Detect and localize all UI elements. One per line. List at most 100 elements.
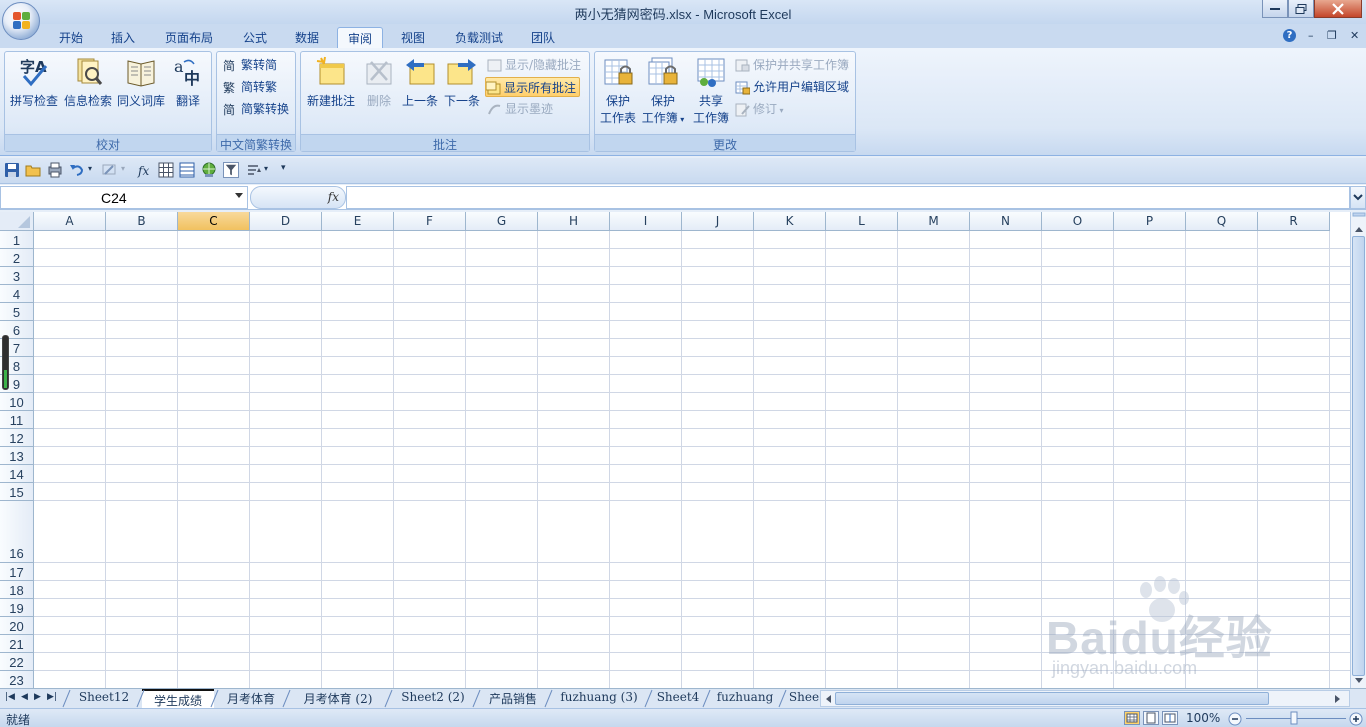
row-header[interactable]: 23 [0,671,34,688]
ribbon-close-icon[interactable]: ✕ [1350,29,1359,42]
scroll-right-icon[interactable] [1333,693,1343,705]
sheet-tab[interactable]: 月考体育 (2) [288,689,388,708]
row-header[interactable]: 3 [0,267,34,285]
sheet-tab[interactable]: Shee [784,689,824,708]
allow-edit-ranges-button[interactable]: 允许用户编辑区域 [735,77,849,97]
insert-function-button[interactable]: fx [328,190,339,204]
tab-data[interactable]: 数据 [284,27,330,48]
thesaurus-button[interactable]: 同义词库 [115,56,167,109]
row-header[interactable]: 14 [0,465,34,483]
protect-sheet-button[interactable]: 保护 工作表 [597,56,639,126]
column-header[interactable]: G [466,212,538,231]
sheet-tab[interactable]: fuzhuang (3) [550,689,648,708]
row-header[interactable]: 15 [0,483,34,501]
row-header[interactable]: 20 [0,617,34,635]
column-header[interactable]: P [1114,212,1186,231]
share-workbook-button[interactable]: 共享 工作簿 [689,56,733,126]
ribbon-minimize-icon[interactable]: – [1308,29,1314,42]
previous-comment-button[interactable]: 上一条 [399,56,441,109]
tab-load-test[interactable]: 负载测试 [448,27,510,48]
column-header[interactable]: O [1042,212,1114,231]
show-ink-button[interactable]: 显示墨迹 [487,99,553,119]
last-sheet-icon[interactable]: ▶| [47,692,57,702]
column-header[interactable]: Q [1186,212,1258,231]
delete-comment-button[interactable]: 删除 [359,56,399,109]
tab-review[interactable]: 审阅 [337,27,383,48]
zoom-level[interactable]: 100% [1186,711,1220,725]
restore-button[interactable] [1288,0,1314,18]
tab-team[interactable]: 团队 [520,27,566,48]
previous-sheet-icon[interactable]: ◀ [21,692,28,702]
translate-button[interactable]: a中 翻译 [167,56,209,109]
horizontal-scrollbar[interactable] [820,690,1350,707]
row-header[interactable]: 1 [0,231,34,249]
column-header[interactable]: H [538,212,610,231]
trad-to-simp-button[interactable]: 简 繁转简 [223,55,277,75]
undo-icon[interactable] [69,162,85,178]
row-header[interactable]: 17 [0,563,34,581]
open-folder-icon[interactable] [25,162,41,178]
new-comment-button[interactable]: 新建批注 [303,56,359,109]
column-header[interactable]: F [394,212,466,231]
row-header[interactable]: 4 [0,285,34,303]
column-header[interactable]: I [610,212,682,231]
row-header[interactable]: 22 [0,653,34,671]
tab-page-layout[interactable]: 页面布局 [158,27,220,48]
column-header[interactable]: M [898,212,970,231]
row-header[interactable]: 11 [0,411,34,429]
next-comment-button[interactable]: 下一条 [441,56,483,109]
borders-icon[interactable] [158,162,174,178]
scroll-up-icon[interactable] [1353,224,1365,234]
column-header[interactable]: A [34,212,106,231]
spelling-button[interactable]: 字A 拼写检查 [7,56,61,109]
ribbon-restore-icon[interactable]: ❐ [1327,29,1337,42]
tab-view[interactable]: 视图 [390,27,436,48]
print-preview-icon[interactable] [47,162,63,178]
customize-toolbar-icon[interactable]: ▾ [281,163,286,173]
split-box-icon[interactable] [1352,212,1366,222]
column-header[interactable]: R [1258,212,1330,231]
minimize-button[interactable] [1262,0,1288,18]
row-header[interactable]: 2 [0,249,34,267]
office-button[interactable] [2,2,40,40]
column-header[interactable]: C [178,212,250,231]
worksheet-grid[interactable]: ABCDEFGHIJKLMNOPQR 1 2 3 4 5 6 7 8 9 10 11 12 13 14 15… [0,212,1350,688]
scroll-down-icon[interactable] [1353,676,1365,686]
globe-icon[interactable] [201,162,217,178]
protect-workbook-button[interactable]: 保护 工作簿 ▾ [639,56,687,126]
page-layout-view-button[interactable] [1143,711,1159,725]
column-header[interactable]: J [682,212,754,231]
sheet-tab[interactable]: Sheet4 [650,689,706,708]
name-box-dropdown-icon[interactable] [235,193,243,198]
zoom-in-icon[interactable] [1349,712,1363,726]
tab-formulas[interactable]: 公式 [232,27,278,48]
vertical-scrollbar[interactable] [1350,212,1366,688]
sort-dropdown-icon[interactable]: ▾ [264,164,268,173]
simp-to-trad-button[interactable]: 繁 简转繁 [223,77,277,97]
next-sheet-icon[interactable]: ▶ [34,692,41,702]
row-header[interactable]: 13 [0,447,34,465]
row-header[interactable]: 19 [0,599,34,617]
scroll-left-icon[interactable] [823,693,833,705]
help-icon[interactable]: ? [1283,29,1296,42]
format-dropdown-icon[interactable]: ▾ [121,164,125,173]
row-header[interactable]: 12 [0,429,34,447]
row-header[interactable]: 21 [0,635,34,653]
tab-insert[interactable]: 插入 [100,27,146,48]
protect-share-workbook-button[interactable]: 保护并共享工作簿 [735,55,849,75]
formula-expand-button[interactable] [1350,186,1366,209]
column-header[interactable]: N [970,212,1042,231]
horizontal-scroll-thumb[interactable] [835,692,1269,705]
show-all-comments-button[interactable]: 显示所有批注 [485,77,581,97]
formula-input[interactable] [346,186,1350,209]
column-header[interactable]: B [106,212,178,231]
filter-icon[interactable] [223,162,239,178]
zoom-slider-thumb[interactable] [1290,711,1298,725]
sheet-tab[interactable]: 月考体育 [216,689,286,708]
sort-icon[interactable] [246,162,262,178]
insert-function-icon[interactable]: fx [137,162,153,178]
page-break-view-button[interactable] [1162,711,1178,725]
column-header[interactable]: D [250,212,322,231]
sheet-tab[interactable]: 产品销售 [478,689,548,708]
row-header[interactable]: 18 [0,581,34,599]
